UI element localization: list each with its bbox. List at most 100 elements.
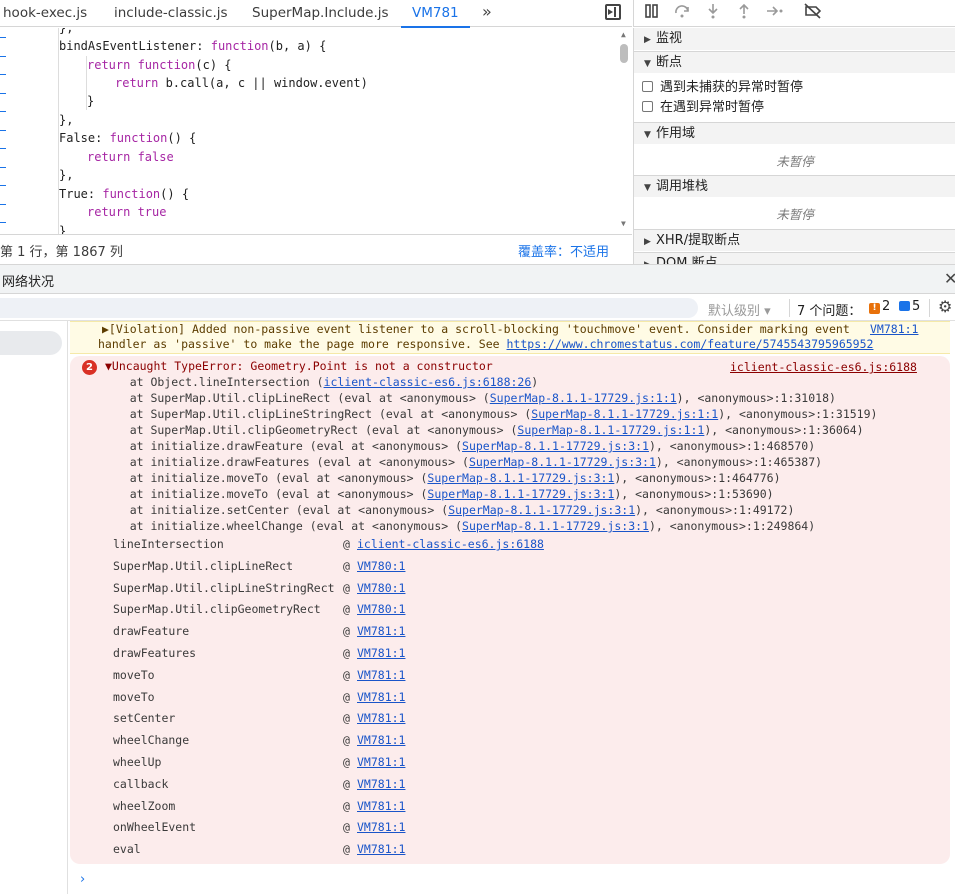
console-filter-input[interactable] <box>0 298 698 318</box>
call-stack-source-link[interactable]: VM781:1 <box>357 709 405 727</box>
call-stack-source-link[interactable]: VM781:1 <box>357 775 405 793</box>
stack-trace-line: at initialize.moveTo (eval at <anonymous… <box>102 487 774 501</box>
at-symbol: @ <box>343 689 350 704</box>
issues-label[interactable]: 7 个问题： <box>797 300 861 319</box>
gutter-marker <box>0 74 6 75</box>
console-sidebar-item[interactable] <box>0 331 62 355</box>
trace-source-link[interactable]: SuperMap-8.1.1-17729.js:3:1 <box>462 519 649 533</box>
violation-source-link[interactable]: VM781:1 <box>870 321 918 337</box>
trace-source-link[interactable]: SuperMap-8.1.1-17729.js:3:1 <box>448 503 635 517</box>
callstack-not-paused: 未暂停 <box>776 207 814 222</box>
close-icon[interactable]: ✕ <box>944 269 955 288</box>
code-editor[interactable]: }, bindAsEventListener: function(b, a) {… <box>0 28 632 234</box>
checkbox-icon[interactable] <box>642 81 653 92</box>
gutter-marker <box>0 222 6 223</box>
pause-uncaught-checkbox[interactable]: 遇到未捕获的异常时暂停 <box>642 78 803 98</box>
section-dom-breakpoints[interactable]: ▶DOM 断点 <box>634 252 955 264</box>
gutter-marker <box>0 130 6 131</box>
checkbox-icon[interactable] <box>642 101 653 112</box>
at-symbol: @ <box>343 842 350 857</box>
code-line: }, <box>59 168 74 182</box>
trace-source-link[interactable]: SuperMap-8.1.1-17729.js:1:1 <box>490 391 677 405</box>
warning-issues-count[interactable]: ! 2 <box>869 299 890 314</box>
cursor-position: 第 1 行，第 1867 列 <box>0 245 123 260</box>
trace-source-link[interactable]: SuperMap-8.1.1-17729.js:1:1 <box>531 407 718 421</box>
section-breakpoints[interactable]: ▼ 断点 <box>634 51 955 73</box>
trace-source-link[interactable]: SuperMap-8.1.1-17729.js:3:1 <box>427 471 614 485</box>
trace-source-link[interactable]: SuperMap-8.1.1-17729.js:3:1 <box>427 487 614 501</box>
call-stack-source-link[interactable]: VM781:1 <box>357 622 405 640</box>
call-stack-function: SuperMap.Util.clipLineRect <box>113 558 294 573</box>
at-symbol: @ <box>343 602 350 617</box>
step-out-icon[interactable] <box>736 3 752 23</box>
info-issues-count[interactable]: 5 <box>899 299 920 314</box>
section-call-stack[interactable]: ▼ 调用堆栈 <box>634 175 955 197</box>
code-line: return function(c) { <box>87 58 232 72</box>
pause-caught-checkbox[interactable]: 在遇到异常时暂停 <box>642 98 764 118</box>
step-icon[interactable] <box>766 3 784 23</box>
error-count-badge: 2 <box>82 360 97 375</box>
call-stack-source-link[interactable]: VM781:1 <box>357 818 405 836</box>
section-xhr-breakpoints[interactable]: ▶ XHR/提取断点 <box>634 229 955 251</box>
error-message: 2 ▼Uncaught TypeError: Geometry.Point is… <box>70 356 950 864</box>
gutter-marker <box>0 185 6 186</box>
tab-vm781[interactable]: VM781 <box>401 0 470 28</box>
gutter-marker <box>0 93 6 94</box>
trace-source-link[interactable]: SuperMap-8.1.1-17729.js:3:1 <box>462 439 649 453</box>
pause-resume-icon[interactable] <box>644 3 660 23</box>
call-stack-source-link[interactable]: VM780:1 <box>357 579 405 597</box>
drawer-tab-network-conditions[interactable]: 网络状况 <box>2 271 54 290</box>
editor-scrollbar-thumb[interactable] <box>620 44 628 63</box>
gutter-marker <box>0 111 6 112</box>
call-stack-source-link[interactable]: VM781:1 <box>357 840 405 858</box>
call-stack-function: wheelChange <box>113 733 190 748</box>
coverage-link[interactable]: 覆盖率：不适用 <box>518 241 609 260</box>
call-stack-source-link[interactable]: VM781:1 <box>357 666 405 684</box>
log-level-select[interactable]: 默认级别 ▾ <box>708 300 771 319</box>
step-into-icon[interactable] <box>705 3 721 23</box>
call-stack-function: drawFeature <box>113 624 190 639</box>
trace-source-link[interactable]: SuperMap-8.1.1-17729.js:1:1 <box>517 423 704 437</box>
gear-icon[interactable]: ⚙ <box>938 297 952 316</box>
call-stack-source-link[interactable]: VM780:1 <box>357 557 405 575</box>
call-stack-source-link[interactable]: VM781:1 <box>357 731 405 749</box>
call-stack-function: SuperMap.Util.clipGeometryRect <box>113 602 321 617</box>
trace-source-link[interactable]: SuperMap-8.1.1-17729.js:3:1 <box>469 455 656 469</box>
more-tabs-icon[interactable]: » <box>482 2 492 21</box>
scroll-up-icon[interactable]: ▲ <box>621 30 626 39</box>
editor-status-bar: 第 1 行，第 1867 列 覆盖率：不适用 <box>0 234 632 262</box>
call-stack-source-link[interactable]: VM780:1 <box>357 600 405 618</box>
call-stack-source-link[interactable]: VM781:1 <box>357 753 405 771</box>
call-stack-source-link[interactable]: VM781:1 <box>357 644 405 662</box>
tab-include-classic[interactable]: include-classic.js <box>114 0 228 27</box>
stack-trace-line: at initialize.wheelChange (eval at <anon… <box>102 519 816 533</box>
call-stack-source-link[interactable]: iclient-classic-es6.js:6188 <box>357 535 544 553</box>
step-over-icon[interactable] <box>674 3 690 23</box>
violation-text[interactable]: ▶[Violation] Added non-passive event lis… <box>102 321 850 337</box>
code-line: } <box>87 94 95 108</box>
section-scope[interactable]: ▼ 作用域 <box>634 122 955 144</box>
trace-source-link[interactable]: iclient-classic-es6.js:6188:26 <box>324 375 532 389</box>
at-symbol: @ <box>343 537 350 551</box>
debugger-toolbar <box>633 0 955 27</box>
call-stack-source-link[interactable]: VM781:1 <box>357 797 405 815</box>
code-line: return true <box>87 205 167 219</box>
error-title[interactable]: ▼Uncaught TypeError: Geometry.Point is n… <box>105 358 493 374</box>
gutter-marker <box>0 56 6 57</box>
chromestatus-link[interactable]: https://www.chromestatus.com/feature/574… <box>507 337 874 351</box>
error-source-link[interactable]: iclient-classic-es6.js:6188 <box>730 359 917 375</box>
toggle-debugger-icon[interactable] <box>605 4 621 20</box>
gutter-marker <box>0 148 6 149</box>
expand-icon: ▶ <box>644 35 651 45</box>
tab-supermap-include[interactable]: SuperMap.Include.js <box>252 0 389 27</box>
tab-hook-exec[interactable]: hook-exec.js <box>3 0 87 27</box>
at-symbol: @ <box>343 798 350 813</box>
code-line: bindAsEventListener: function(b, a) { <box>59 39 327 53</box>
console-prompt[interactable]: › <box>80 872 85 887</box>
console-toolbar: 默认级别 ▾ 7 个问题： ! 2 5 ⚙ <box>0 295 955 321</box>
deactivate-breakpoints-icon[interactable] <box>804 3 822 23</box>
call-stack-source-link[interactable]: VM781:1 <box>357 688 405 706</box>
code-line: } <box>59 224 67 234</box>
section-watch[interactable]: ▶ 监视 <box>634 28 955 50</box>
scroll-down-icon[interactable]: ▼ <box>621 219 626 228</box>
